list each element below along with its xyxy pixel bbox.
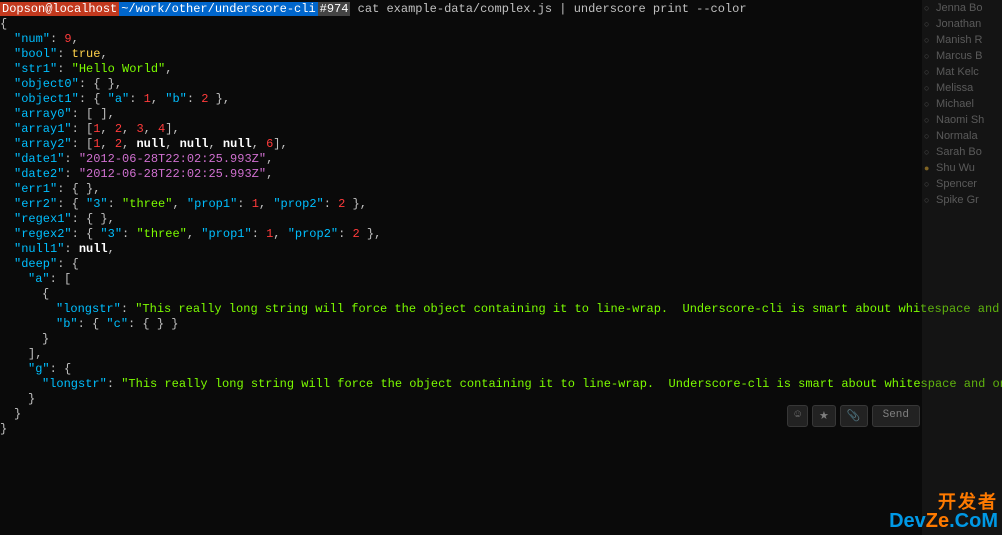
contact-item[interactable]: Sarah Bo [922, 144, 1002, 160]
row-deep-g-longstr: "longstr": "This really long string will… [0, 377, 1002, 392]
contact-item[interactable]: Shu Wu [922, 160, 1002, 176]
contact-item[interactable]: Michael [922, 96, 1002, 112]
send-bar: ☺ ★ 📎 Send [787, 405, 920, 427]
row-err2: "err2": { "3": "three", "prop1": 1, "pro… [0, 197, 1002, 212]
row-deep-a-open: { [0, 287, 1002, 302]
row-null1: "null1": null, [0, 242, 1002, 257]
row-array2: "array2": [1, 2, null, null, null, 6], [0, 137, 1002, 152]
logo-cn: 开发者 [889, 493, 998, 511]
row-deep-a-arrclose: ], [0, 347, 1002, 362]
command: cat example-data/complex.js | underscore… [350, 2, 746, 16]
row-regex2: "regex2": { "3": "three", "prop1": 1, "p… [0, 227, 1002, 242]
row-deep: "deep": { [0, 257, 1002, 272]
row-err1: "err1": { }, [0, 182, 1002, 197]
contact-item[interactable]: Normala [922, 128, 1002, 144]
row-deep-b: "b": { "c": { } } [0, 317, 1002, 332]
logo-en: DevZe.CoM [889, 511, 998, 531]
brace-open: { [0, 17, 1002, 32]
row-deep-longstr: "longstr": "This really long string will… [0, 302, 1002, 317]
row-deep-a-close: } [0, 332, 1002, 347]
prompt-line: Dopson@localhost~/work/other/underscore-… [0, 2, 1002, 17]
prompt-user: Dopson@localhost [0, 2, 119, 16]
row-deep-g: "g": { [0, 362, 1002, 377]
contact-item[interactable]: Spencer [922, 176, 1002, 192]
row-bool: "bool": true, [0, 47, 1002, 62]
terminal-output: Dopson@localhost~/work/other/underscore-… [0, 0, 1002, 439]
watermark-logo: 开发者 DevZe.CoM [889, 493, 998, 531]
row-str1: "str1": "Hello World", [0, 62, 1002, 77]
row-array0: "array0": [ ], [0, 107, 1002, 122]
send-button[interactable]: Send [872, 405, 920, 427]
prompt-path: ~/work/other/underscore-cli [119, 2, 317, 16]
prompt-history-num: #974 [318, 2, 351, 16]
row-array1: "array1": [1, 2, 3, 4], [0, 122, 1002, 137]
contact-item[interactable]: Jonathan [922, 16, 1002, 32]
row-num: "num": 9, [0, 32, 1002, 47]
contact-item[interactable]: Naomi Sh [922, 112, 1002, 128]
star-icon[interactable]: ★ [812, 405, 836, 427]
contact-item[interactable]: Melissa [922, 80, 1002, 96]
contacts-sidebar: Jenna BoJonathanManish RMarcus BMat Kelc… [922, 0, 1002, 535]
row-date1: "date1": "2012-06-28T22:02:25.993Z", [0, 152, 1002, 167]
row-deep-a: "a": [ [0, 272, 1002, 287]
row-regex1: "regex1": { }, [0, 212, 1002, 227]
row-object1: "object1": { "a": 1, "b": 2 }, [0, 92, 1002, 107]
row-date2: "date2": "2012-06-28T22:02:25.993Z", [0, 167, 1002, 182]
contact-item[interactable]: Jenna Bo [922, 0, 1002, 16]
emoji-icon[interactable]: ☺ [787, 405, 808, 427]
contact-item[interactable]: Mat Kelc [922, 64, 1002, 80]
row-object0: "object0": { }, [0, 77, 1002, 92]
contact-item[interactable]: Manish R [922, 32, 1002, 48]
contact-item[interactable]: Marcus B [922, 48, 1002, 64]
attach-icon[interactable]: 📎 [840, 405, 868, 427]
contact-item[interactable]: Spike Gr [922, 192, 1002, 208]
